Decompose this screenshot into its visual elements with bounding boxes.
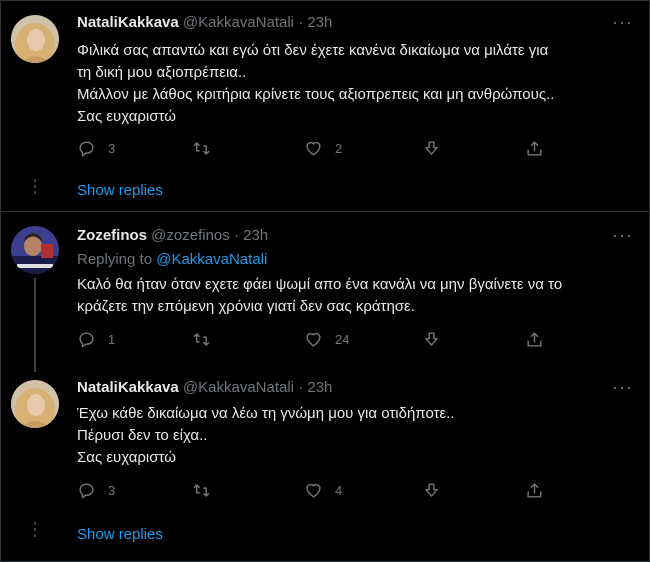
download-icon bbox=[425, 141, 438, 155]
reply-icon bbox=[79, 483, 94, 499]
mention-link[interactable]: @KakkavaNatali bbox=[156, 251, 267, 268]
more-icon[interactable]: ··· bbox=[612, 225, 633, 246]
replying-to: Replying to @KakkavaNatali bbox=[77, 249, 637, 271]
download-button[interactable] bbox=[422, 481, 441, 500]
tweet-line: Καλό θα ήταν όταν εχετε φάει ψωμί απο έν… bbox=[77, 276, 563, 293]
timestamp[interactable]: 23h bbox=[243, 227, 268, 244]
thread-line bbox=[34, 278, 36, 372]
reply-icon bbox=[79, 141, 94, 157]
tweet-line: τη δική μου αξιοπρέπεια.. bbox=[77, 64, 247, 81]
separator-dot: · bbox=[298, 379, 304, 396]
like-count: 4 bbox=[335, 483, 343, 498]
tweet-2[interactable]: Zozefinos @zozefinos · 23h ··· Replying … bbox=[1, 212, 650, 372]
more-icon[interactable]: ··· bbox=[612, 377, 633, 398]
author-name[interactable]: NataliKakkava bbox=[77, 14, 179, 31]
retweet-icon bbox=[193, 142, 210, 155]
tweet-text: Φιλικά σας απαντώ και εγώ ότι δεν έχετε … bbox=[77, 40, 637, 128]
tweet-1[interactable]: NataliKakkava @KakkavaNatali · 23h ··· Φ… bbox=[1, 1, 650, 211]
thread-ellipsis bbox=[34, 179, 36, 197]
separator-dot: · bbox=[233, 227, 239, 244]
reply-button[interactable]: 1 bbox=[77, 330, 115, 349]
action-bar: 1 24 bbox=[77, 330, 557, 354]
reply-count: 3 bbox=[108, 141, 116, 156]
like-button[interactable]: 4 bbox=[304, 481, 342, 500]
tweet-3[interactable]: NataliKakkava @KakkavaNatali · 23h ··· Έ… bbox=[1, 372, 650, 562]
author-name[interactable]: NataliKakkava bbox=[77, 379, 179, 396]
tweet-header: Zozefinos @zozefinos · 23h bbox=[77, 227, 268, 244]
reply-icon bbox=[79, 332, 94, 348]
avatar-natali[interactable] bbox=[11, 380, 59, 428]
show-replies-link[interactable]: Show replies bbox=[77, 182, 163, 199]
retweet-button[interactable] bbox=[192, 139, 211, 158]
replying-to-label: Replying to bbox=[77, 251, 153, 268]
share-button[interactable] bbox=[525, 330, 544, 349]
reply-count: 1 bbox=[108, 332, 116, 347]
tweet-header: NataliKakkava @KakkavaNatali · 23h bbox=[77, 379, 332, 396]
like-icon bbox=[306, 141, 321, 156]
retweet-button[interactable] bbox=[192, 330, 211, 349]
author-handle[interactable]: @KakkavaNatali bbox=[183, 14, 294, 31]
like-button[interactable]: 2 bbox=[304, 139, 342, 158]
tweet-header: NataliKakkava @KakkavaNatali · 23h bbox=[77, 14, 332, 31]
avatar-natali[interactable] bbox=[11, 15, 59, 63]
like-count: 2 bbox=[335, 141, 343, 156]
timestamp[interactable]: 23h bbox=[307, 14, 332, 31]
share-button[interactable] bbox=[525, 139, 544, 158]
tweet-line: Μάλλον με λάθος κριτήρια κρίνετε τους αξ… bbox=[77, 86, 555, 103]
download-button[interactable] bbox=[422, 330, 441, 349]
tweet-text: Replying to @KakkavaNatali Καλό θα ήταν … bbox=[77, 249, 637, 318]
timeline: NataliKakkava @KakkavaNatali · 23h ··· Φ… bbox=[0, 0, 650, 562]
retweet-icon bbox=[193, 484, 210, 497]
author-handle[interactable]: @zozefinos bbox=[151, 227, 230, 244]
reply-button[interactable]: 3 bbox=[77, 481, 115, 500]
show-replies-link[interactable]: Show replies bbox=[77, 526, 163, 543]
reply-button[interactable]: 3 bbox=[77, 139, 115, 158]
tweet-line: κράζετε την επόμενη χρόνια γιατί δεν σας… bbox=[77, 298, 415, 315]
retweet-icon bbox=[193, 333, 210, 346]
tweet-text: Έχω κάθε δικαίωμα να λέω τη γνώμη μου γι… bbox=[77, 403, 637, 469]
download-icon bbox=[425, 483, 438, 497]
reply-count: 3 bbox=[108, 483, 116, 498]
tweet-line: Φιλικά σας απαντώ και εγώ ότι δεν έχετε … bbox=[77, 42, 549, 59]
author-handle[interactable]: @KakkavaNatali bbox=[183, 379, 294, 396]
action-bar: 3 2 bbox=[77, 139, 557, 163]
thread-ellipsis bbox=[34, 522, 36, 540]
separator-dot: · bbox=[298, 14, 304, 31]
tweet-line: Έχω κάθε δικαίωμα να λέω τη γνώμη μου γι… bbox=[77, 405, 455, 422]
timestamp[interactable]: 23h bbox=[307, 379, 332, 396]
action-bar: 3 4 bbox=[77, 481, 557, 505]
more-icon[interactable]: ··· bbox=[612, 12, 633, 33]
like-button[interactable]: 24 bbox=[304, 330, 349, 349]
tweet-line: Σας ευχαριστώ bbox=[77, 108, 176, 125]
like-count: 24 bbox=[335, 332, 350, 347]
tweet-line: Πέρυσι δεν το είχα.. bbox=[77, 427, 208, 444]
share-icon bbox=[527, 141, 542, 156]
like-icon bbox=[306, 483, 321, 498]
author-name[interactable]: Zozefinos bbox=[77, 227, 147, 244]
retweet-button[interactable] bbox=[192, 481, 211, 500]
tweet-line: Σας ευχαριστώ bbox=[77, 449, 176, 466]
like-icon bbox=[306, 332, 321, 347]
share-icon bbox=[527, 332, 542, 347]
avatar-zozefinos[interactable] bbox=[11, 226, 59, 274]
share-icon bbox=[527, 483, 542, 498]
share-button[interactable] bbox=[525, 481, 544, 500]
download-button[interactable] bbox=[422, 139, 441, 158]
download-icon bbox=[425, 332, 438, 346]
